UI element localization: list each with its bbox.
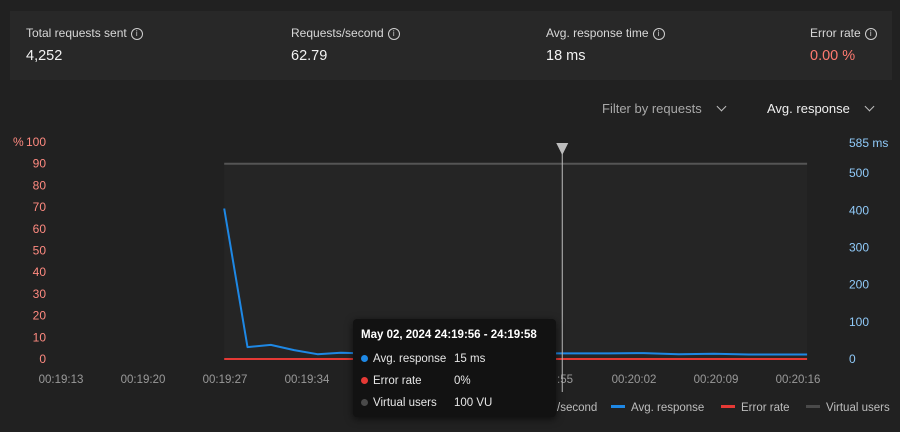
tooltip-row-label: Avg. response [373, 353, 447, 365]
y-left-tick-label: 10 [33, 330, 47, 344]
y-left-tick-label: 70 [33, 200, 47, 214]
legend-item-virtual-users[interactable]: Virtual users [806, 402, 890, 414]
x-tick-label: 00:20:02 [612, 374, 657, 386]
x-tick-label: 00:19:27 [203, 374, 248, 386]
virtual-users-dot-icon [361, 399, 368, 406]
y-left-tick-label: 40 [33, 265, 47, 279]
tooltip-row-label: Virtual users [373, 397, 437, 409]
legend-label: Avg. response [631, 402, 705, 414]
tooltip-row-value: 100 VU [454, 397, 493, 409]
tooltip-row-avg-response: Avg. response 15 ms [361, 353, 485, 365]
legend-item-error-rate[interactable]: Error rate [721, 402, 790, 414]
y-right-tick-label: 100 [849, 315, 869, 329]
tooltip-row-value: 15 ms [454, 353, 486, 365]
y-right-tick-label: 0 [849, 352, 856, 366]
y-right-tick-label: 500 [849, 166, 869, 180]
avg-response-dot-icon [361, 355, 368, 362]
y-left-tick-label: 80 [33, 178, 47, 192]
tooltip-row-virtual-users: Virtual users 100 VU [361, 397, 492, 409]
cursor-marker-icon [556, 143, 569, 155]
legend-partial-item: /second [557, 402, 598, 414]
y-left-tick-label: 0 [39, 352, 46, 366]
y-right-tick-label: 400 [849, 203, 869, 217]
chart-tooltip: May 02, 2024 24:19:56 - 24:19:58 Avg. re… [353, 319, 556, 417]
x-tick-label: 00:19:13 [39, 374, 84, 386]
y-left-tick-label: 60 [33, 222, 47, 236]
legend-label: Virtual users [826, 402, 890, 414]
x-tick-label: 00:19:20 [121, 374, 166, 386]
y-left-tick-label: 30 [33, 287, 47, 301]
tooltip-row-label: Error rate [373, 375, 422, 387]
y-left-tick-label: 100 [26, 135, 46, 149]
legend-swatch [806, 405, 820, 408]
y-left-unit-label: % [13, 135, 24, 149]
x-tick-label: 00:20:16 [776, 374, 821, 386]
y-left-tick-label: 90 [33, 157, 47, 171]
x-tick-label: 00:20:09 [694, 374, 739, 386]
tooltip-title: May 02, 2024 24:19:56 - 24:19:58 [361, 329, 537, 341]
error-rate-dot-icon [361, 377, 368, 384]
x-tick-label: 00:19:34 [285, 374, 330, 386]
y-left-tick-label: 50 [33, 244, 47, 258]
y-right-tick-label: 200 [849, 278, 869, 292]
legend-swatch [721, 405, 735, 408]
x-tick-label: :55 [557, 374, 573, 386]
y-right-max-label: 585 ms [849, 136, 888, 150]
tooltip-row-error-rate: Error rate 0% [361, 375, 471, 387]
tooltip-row-value: 0% [454, 375, 471, 387]
legend-item-avg-response[interactable]: Avg. response [611, 402, 704, 414]
legend-label: Error rate [741, 402, 790, 414]
y-left-tick-label: 20 [33, 309, 47, 323]
legend-swatch [611, 405, 625, 408]
y-right-tick-label: 300 [849, 241, 869, 255]
